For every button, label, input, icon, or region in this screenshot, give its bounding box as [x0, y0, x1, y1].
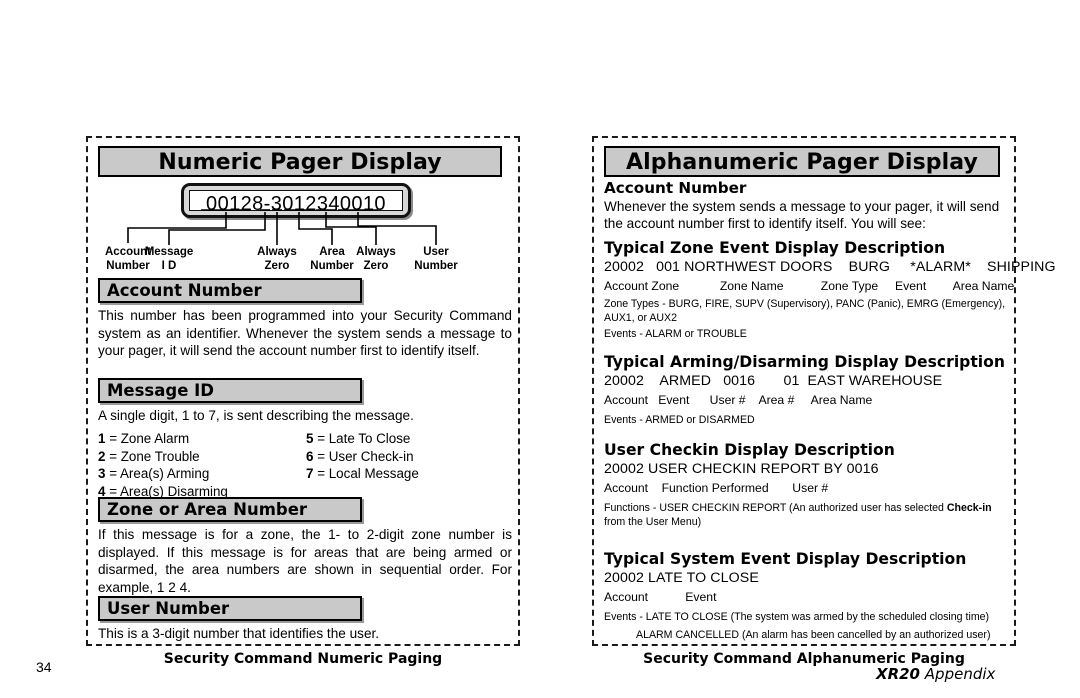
alpha-example-user-checkin: 20002 USER CHECKIN REPORT BY 0016: [604, 461, 879, 477]
alpha-example-zone-event: 20002 001 NORTHWEST DOORS BURG *ALARM* S…: [604, 259, 1056, 275]
callout-line-1: User: [423, 246, 449, 258]
list-item-label: = Area(s) Arming: [109, 466, 210, 482]
list-item: 6 = User Check-in: [306, 448, 506, 466]
numeric-pager-panel: Numeric Pager Display 00128-3012340010 A…: [86, 136, 520, 646]
doc-ref-section: Appendix: [924, 665, 996, 683]
section-heading-zone-or-area-number: Zone or Area Number: [98, 497, 362, 522]
alpha-heading-system-event: Typical System Event Display Description: [604, 550, 967, 568]
section-heading-user-number: User Number: [98, 596, 362, 621]
list-item-number: 6: [306, 448, 314, 464]
list-item-label: = User Check-in: [317, 448, 414, 464]
list-item: 2 = Zone Trouble: [98, 448, 298, 466]
alpha-note-system-event-2: ALARM CANCELLED (An alarm has been cance…: [636, 629, 991, 641]
alpha-heading-zone-event: Typical Zone Event Display Description: [604, 239, 946, 257]
section-body-message-id: A single digit, 1 to 7, is sent describi…: [98, 408, 414, 423]
section-body-zone-or-area-number: If this message is for a zone, the 1- to…: [98, 527, 512, 595]
list-item-label: = Zone Alarm: [109, 431, 190, 446]
alpha-legend-zone-event: Account Zone Zone Name Zone Type Event A…: [604, 279, 1015, 293]
alpha-note-arming-events: Events - ARMED or DISARMED: [604, 414, 755, 426]
note-prefix: Functions - USER CHECKIN REPORT (An auth…: [604, 502, 947, 514]
list-item: 7 = Local Message: [306, 465, 506, 483]
alpha-note-zone-types: Zone Types - BURG, FIRE, SUPV (Superviso…: [604, 298, 1006, 324]
alpha-example-arming-event: 20002 ARMED 0016 01 EAST WAREHOUSE: [604, 373, 943, 389]
page-number: 34: [36, 659, 52, 675]
list-item-label: = Local Message: [317, 466, 419, 482]
doc-ref-model: XR20: [876, 665, 920, 683]
message-id-list-right: 5 = Late To Close 6 = User Check-in 7 = …: [306, 430, 506, 483]
alpha-body-account-number: Whenever the system sends a message to y…: [604, 199, 1000, 232]
message-id-list-left: 1 = Zone Alarm 2 = Zone Trouble 3 = Area…: [98, 430, 298, 500]
callout-line-2: I D: [161, 260, 177, 272]
alpha-example-system-event: 20002 LATE TO CLOSE: [604, 570, 759, 586]
note-bold-term: Check-in: [946, 502, 992, 514]
list-item-label: = Zone Trouble: [109, 448, 200, 464]
alpha-legend-arming-event: Account Event User # Area # Area Name: [604, 393, 873, 407]
document-reference: XR20 Appendix: [876, 665, 995, 683]
list-item-number: 2: [98, 448, 106, 464]
pager-display-diagram: 00128-3012340010 Account Number Message …: [88, 183, 522, 275]
list-item-number: 1: [98, 431, 106, 446]
alpha-heading-account-number: Account Number: [604, 179, 747, 197]
alphanumeric-panel-title: Alphanumeric Pager Display: [604, 146, 1000, 177]
alpha-note-user-checkin-functions: Functions - USER CHECKIN REPORT (An auth…: [604, 502, 1008, 529]
list-item-label: = Late To Close: [317, 431, 411, 446]
callout-label-row: Account Number Message I D Always Zero A…: [88, 245, 522, 277]
list-item-number: 5: [306, 431, 314, 446]
callout-message-id: Message I D: [129, 245, 209, 273]
callout-line-1: Message: [144, 246, 194, 258]
numeric-panel-footer: Security Command Numeric Paging: [163, 651, 443, 667]
section-body-user-number: This is a 3-digit number that identifies…: [98, 626, 380, 641]
manual-page: Numeric Pager Display 00128-3012340010 A…: [0, 0, 1080, 698]
section-heading-account-number: Account Number: [98, 278, 362, 303]
section-heading-message-id: Message ID: [98, 378, 362, 403]
list-item: 1 = Zone Alarm: [98, 430, 298, 448]
list-item-number: 7: [306, 466, 314, 482]
alpha-legend-user-checkin: Account Function Performed User #: [604, 481, 829, 495]
alpha-heading-arming-event: Typical Arming/Disarming Display Descrip…: [604, 353, 1005, 371]
list-item: 5 = Late To Close: [306, 430, 506, 448]
alpha-legend-system-event: Account Event: [604, 590, 717, 604]
callout-line-2: Number: [414, 260, 458, 272]
numeric-panel-title: Numeric Pager Display: [98, 146, 502, 177]
note-suffix: from the User Menu): [604, 515, 702, 528]
callout-user-number: User Number: [398, 245, 474, 273]
section-body-account-number: This number has been programmed into you…: [98, 308, 512, 358]
list-item: 3 = Area(s) Arming: [98, 465, 298, 483]
alphanumeric-pager-panel: Alphanumeric Pager Display Account Numbe…: [592, 136, 1056, 646]
alpha-heading-user-checkin: User Checkin Display Description: [604, 441, 895, 459]
alpha-note-zone-events: Events - ALARM or TROUBLE: [604, 328, 747, 340]
list-item-number: 3: [98, 466, 106, 482]
alpha-note-system-event-1: Events - LATE TO CLOSE (The system was a…: [604, 611, 990, 623]
